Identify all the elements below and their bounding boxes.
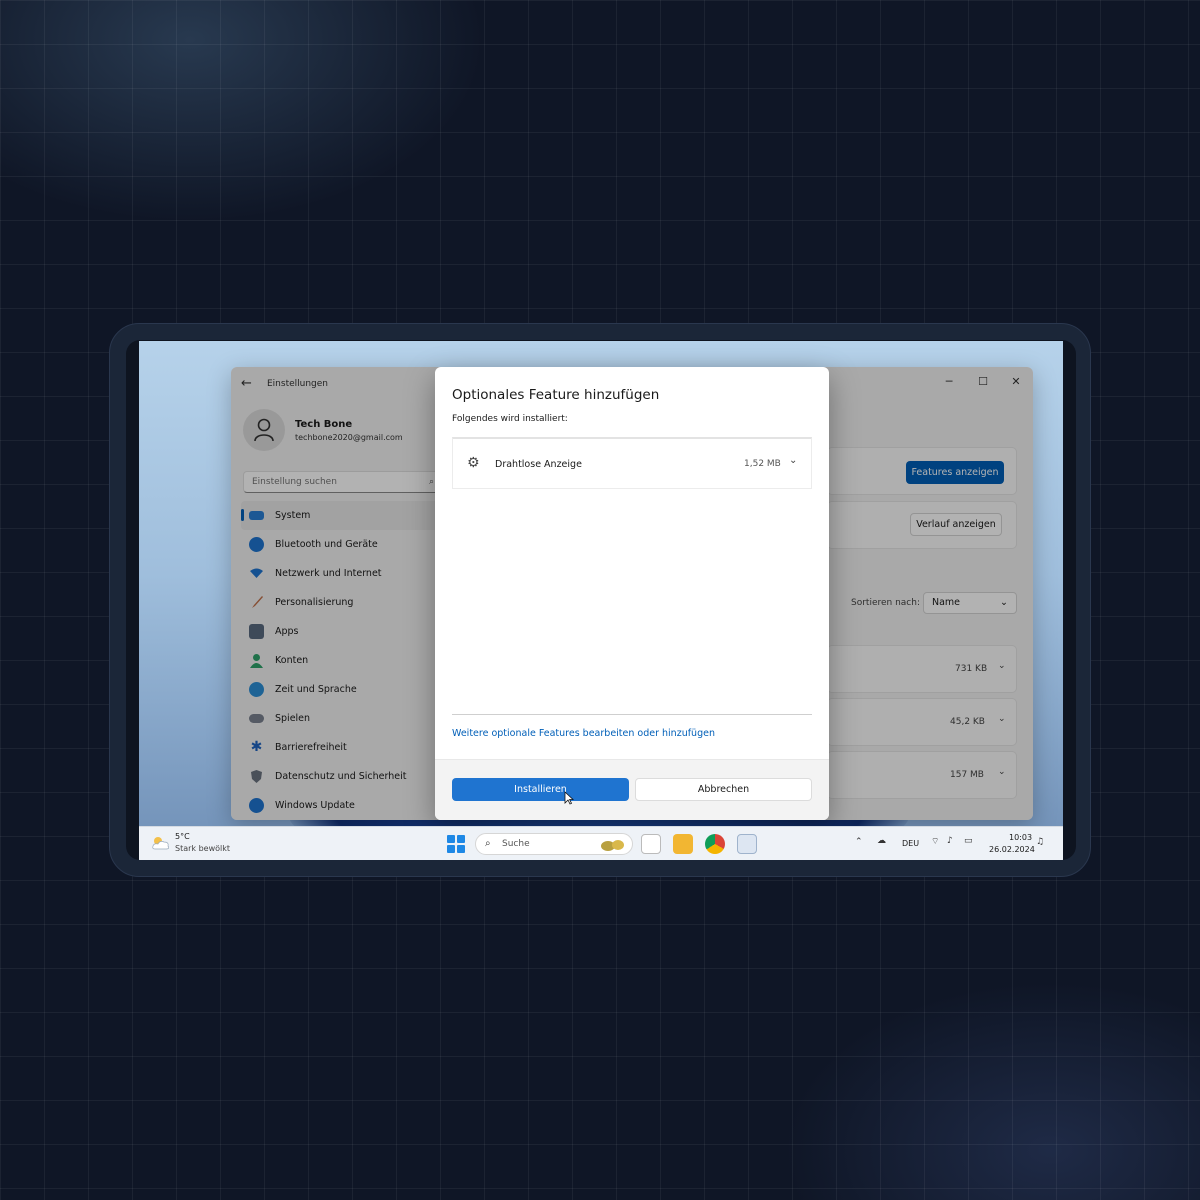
add-feature-dialog: Optionales Feature hinzufügen Folgendes … <box>435 367 829 820</box>
chevron-down-icon[interactable]: ⌄ <box>789 455 797 466</box>
mouse-cursor-icon <box>564 791 574 805</box>
file-explorer-icon[interactable] <box>673 834 693 854</box>
volume-icon[interactable]: ♪ <box>947 836 953 846</box>
cloud-icon[interactable] <box>151 835 171 851</box>
clock-date[interactable]: 26.02.2024 <box>989 845 1035 854</box>
dialog-subtitle: Folgendes wird installiert: <box>452 414 568 424</box>
notification-bell-icon[interactable]: ♫ <box>1036 837 1044 847</box>
windows-start-icon[interactable] <box>447 835 465 853</box>
task-view-icon[interactable] <box>641 834 661 854</box>
feature-size: 1,52 MB <box>744 459 781 469</box>
clock-time[interactable]: 10:03 <box>1009 833 1032 842</box>
more-features-link[interactable]: Weitere optionale Features bearbeiten od… <box>452 728 715 739</box>
wifi-icon[interactable]: ⌔ <box>931 836 939 847</box>
weather-condition: Stark bewölkt <box>175 844 231 853</box>
cancel-button[interactable]: Abbrechen <box>635 778 812 801</box>
feature-list-item[interactable]: ⚙ Drahtlose Anzeige 1,52 MB ⌄ <box>452 437 812 489</box>
feature-name: Drahtlose Anzeige <box>495 459 582 470</box>
desktop-screen: ← Einstellungen ─ ☐ ✕ Tech Bone techbone… <box>139 341 1063 860</box>
onedrive-icon[interactable]: ☁ <box>877 836 886 846</box>
dialog-title: Optionales Feature hinzufügen <box>452 387 660 403</box>
device-bezel: ← Einstellungen ─ ☐ ✕ Tech Bone techbone… <box>126 340 1076 860</box>
search-icon: ⌕ <box>485 838 491 849</box>
battery-icon[interactable]: ▭ <box>964 836 973 846</box>
taskbar-search[interactable]: ⌕ Suche <box>475 833 633 855</box>
puzzle-gear-icon: ⚙ <box>467 455 480 471</box>
dialog-footer: Installieren Abbrechen <box>435 759 829 820</box>
install-button[interactable]: Installieren <box>452 778 629 801</box>
chrome-icon[interactable] <box>705 834 725 854</box>
input-language[interactable]: DEU <box>902 839 919 848</box>
search-highlight-icon <box>601 840 624 851</box>
weather-temp: 5°C <box>175 832 190 841</box>
taskbar: 5°C Stark bewölkt ⌕ Suche ⌃ ☁ DEU ⌔ ♪ ▭ … <box>139 826 1063 860</box>
taskbar-search-placeholder: Suche <box>502 839 530 849</box>
divider <box>452 714 812 715</box>
device-frame: ← Einstellungen ─ ☐ ✕ Tech Bone techbone… <box>109 323 1091 877</box>
settings-gear-icon[interactable] <box>737 834 757 854</box>
chevron-up-icon[interactable]: ⌃ <box>855 837 863 847</box>
